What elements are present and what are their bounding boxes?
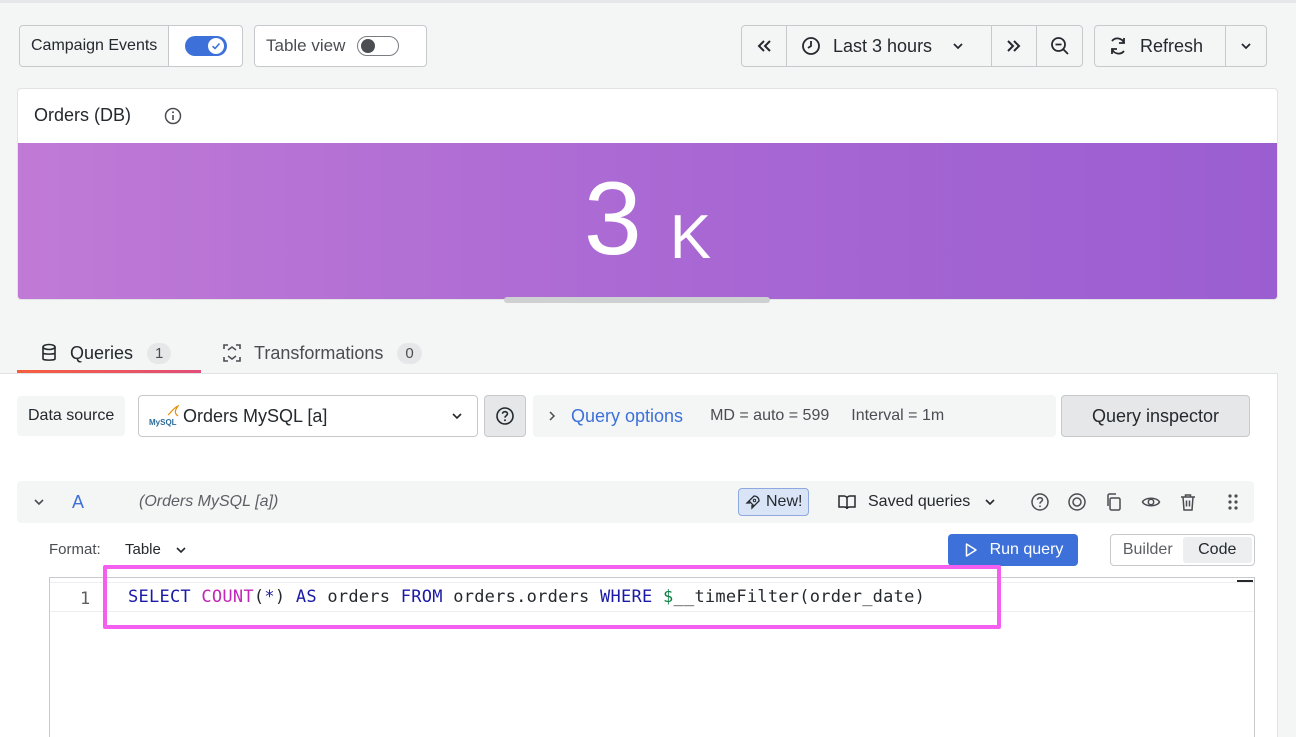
rocket-icon bbox=[745, 495, 760, 510]
stat-value: 3 bbox=[583, 161, 642, 277]
time-range-picker[interactable]: Last 3 hours bbox=[787, 26, 991, 66]
format-label: Format: bbox=[49, 541, 101, 558]
tab-queries[interactable]: Queries 1 bbox=[40, 333, 172, 373]
refresh-group: Refresh bbox=[1094, 25, 1267, 67]
help-icon bbox=[496, 407, 514, 425]
chevron-down-icon bbox=[953, 43, 963, 50]
query-row-header: A (Orders MySQL [a]) New! Saved queries bbox=[17, 481, 1254, 523]
panel-preview: Orders (DB) 3 K bbox=[17, 88, 1278, 300]
play-icon bbox=[965, 543, 977, 557]
tab-transformations-count: 0 bbox=[397, 342, 422, 364]
chevron-down-icon bbox=[176, 546, 186, 553]
trash-icon[interactable] bbox=[1178, 492, 1198, 512]
switch-knob bbox=[207, 38, 224, 54]
run-query-button[interactable]: Run query bbox=[948, 534, 1078, 566]
annotation-highlight-box bbox=[103, 565, 1001, 629]
drag-handle-icon[interactable] bbox=[1223, 492, 1243, 512]
lifebuoy-icon[interactable] bbox=[1067, 492, 1087, 512]
query-options-toggle[interactable]: Query options MD = auto = 599 Interval =… bbox=[533, 395, 1056, 437]
panel-resize-handle[interactable] bbox=[504, 297, 770, 303]
tab-queries-count: 1 bbox=[147, 342, 172, 364]
new-badge-label: New! bbox=[766, 493, 803, 510]
zoom-out-icon bbox=[1050, 37, 1069, 55]
line-number: 1 bbox=[80, 589, 91, 609]
tab-queries-label: Queries bbox=[70, 342, 134, 363]
table-view-switch[interactable] bbox=[357, 36, 400, 56]
table-view-label: Table view bbox=[266, 36, 346, 55]
refresh-label: Refresh bbox=[1140, 35, 1204, 56]
code-mode-option[interactable]: Code bbox=[1182, 537, 1252, 563]
campaign-events-switch-wrap bbox=[169, 26, 242, 66]
scroll-marker bbox=[1237, 580, 1253, 582]
time-range-label: Last 3 hours bbox=[833, 35, 933, 56]
chevron-down-icon bbox=[985, 499, 995, 506]
new-badge: New! bbox=[738, 488, 810, 516]
chevron-down-icon bbox=[452, 413, 462, 420]
stat-unit: K bbox=[669, 203, 712, 272]
refresh-interval-dropdown[interactable] bbox=[1226, 26, 1266, 66]
campaign-events-label: Campaign Events bbox=[31, 37, 158, 54]
transform-icon bbox=[223, 344, 241, 362]
query-options-label: Query options bbox=[571, 405, 684, 426]
query-options-interval: Interval = 1m bbox=[851, 407, 945, 424]
query-datasource-name: (Orders MySQL [a]) bbox=[139, 493, 279, 510]
chevron-down-icon[interactable] bbox=[33, 498, 45, 506]
run-query-label: Run query bbox=[989, 541, 1064, 558]
tab-transformations-label: Transformations bbox=[254, 342, 384, 363]
copy-icon[interactable] bbox=[1104, 492, 1124, 512]
saved-queries-label: Saved queries bbox=[868, 493, 971, 510]
saved-queries-dropdown[interactable]: Saved queries bbox=[837, 493, 996, 511]
datasource-selected: Orders MySQL [a] bbox=[183, 405, 328, 426]
clock-icon bbox=[802, 37, 820, 55]
query-options-md: MD = auto = 599 bbox=[710, 407, 830, 424]
builder-mode-option[interactable]: Builder bbox=[1113, 537, 1183, 563]
help-icon[interactable] bbox=[1030, 492, 1050, 512]
datasource-help-button[interactable] bbox=[484, 395, 526, 437]
time-picker-group: Last 3 hours bbox=[741, 25, 1083, 67]
check-icon bbox=[211, 42, 220, 50]
datasource-picker[interactable]: MySQL Orders MySQL [a] bbox=[138, 395, 478, 437]
refresh-icon bbox=[1111, 37, 1125, 55]
chevron-down-icon bbox=[1241, 43, 1251, 50]
campaign-events-switch[interactable] bbox=[184, 36, 227, 56]
mysql-logo-icon: MySQL bbox=[149, 405, 179, 427]
query-ref-id[interactable]: A bbox=[72, 492, 84, 513]
eye-icon[interactable] bbox=[1141, 492, 1161, 512]
time-back-button[interactable] bbox=[742, 26, 786, 66]
datasource-label: Data source bbox=[17, 396, 126, 436]
switch-knob bbox=[361, 39, 376, 53]
editor-mode-switch: Builder Code bbox=[1110, 534, 1255, 566]
chevrons-left-icon bbox=[757, 40, 771, 52]
table-view-toggle-group[interactable]: Table view bbox=[254, 25, 427, 67]
zoom-out-button[interactable] bbox=[1037, 26, 1082, 66]
tab-transformations[interactable]: Transformations 0 bbox=[222, 333, 422, 373]
refresh-button[interactable]: Refresh bbox=[1095, 26, 1225, 66]
top-border bbox=[0, 0, 1296, 3]
format-value: Table bbox=[125, 541, 161, 558]
database-icon bbox=[42, 343, 56, 361]
chevron-right-icon bbox=[549, 411, 556, 421]
query-inspector-button[interactable]: Query inspector bbox=[1061, 395, 1250, 437]
time-forward-button[interactable] bbox=[992, 26, 1036, 66]
chevrons-right-icon bbox=[1007, 40, 1021, 52]
stat-value-area: 3 K bbox=[18, 143, 1277, 299]
panel-title: Orders (DB) bbox=[34, 105, 132, 125]
format-select[interactable]: Table bbox=[125, 541, 187, 558]
campaign-events-toggle-group[interactable]: Campaign Events bbox=[19, 25, 243, 67]
book-icon bbox=[838, 495, 856, 510]
info-icon[interactable] bbox=[164, 107, 182, 125]
